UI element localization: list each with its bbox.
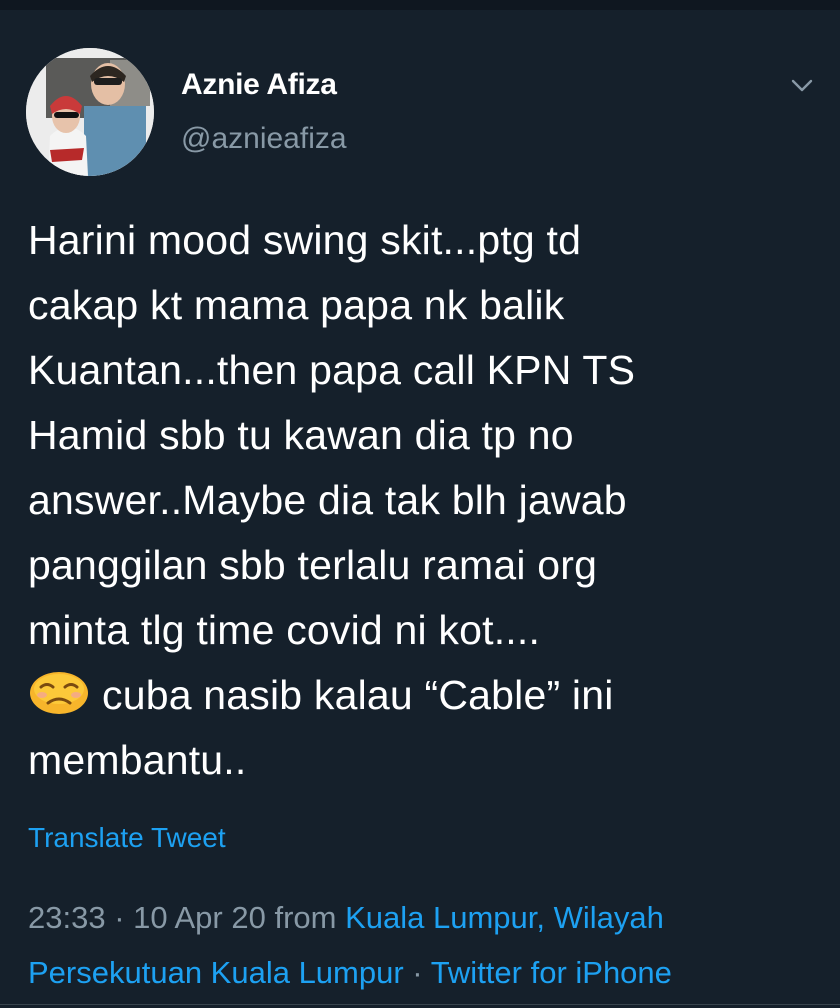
avatar-photo bbox=[26, 48, 154, 176]
tweet-text-line: minta tlg time covid ni kot.... bbox=[28, 607, 541, 653]
source-app-link[interactable]: Twitter for iPhone bbox=[431, 955, 672, 990]
tweet-text-line: Kuantan...then papa call KPN TS bbox=[28, 347, 636, 393]
tweet-meta: 23:33 · 10 Apr 20 from Kuala Lumpur, Wil… bbox=[28, 890, 828, 1000]
tweet-text-line: cuba nasib kalau “Cable” ini bbox=[102, 672, 614, 718]
crying-face-emoji-icon bbox=[28, 667, 90, 715]
tweet-text-line: answer..Maybe dia tak blh jawab bbox=[28, 477, 627, 523]
user-handle[interactable]: @aznieafiza bbox=[181, 122, 347, 156]
tweet-card: Aznie Afiza @aznieafiza Harini mood swin… bbox=[0, 10, 840, 1008]
translate-tweet-link[interactable]: Translate Tweet bbox=[28, 822, 226, 854]
chevron-down-icon[interactable] bbox=[784, 68, 820, 104]
meta-line-1: 23:33 · 10 Apr 20 from Kuala Lumpur, Wil… bbox=[28, 890, 828, 945]
avatar[interactable] bbox=[26, 48, 154, 176]
display-name[interactable]: Aznie Afiza bbox=[181, 68, 337, 102]
location-link-continued[interactable]: Persekutuan Kuala Lumpur bbox=[28, 955, 404, 990]
tweet-text-line-with-emoji: cuba nasib kalau “Cable” ini bbox=[28, 663, 818, 728]
tweet-text-line: Hamid sbb tu kawan dia tp no bbox=[28, 412, 574, 458]
tweet-text-line: Harini mood swing skit...ptg td bbox=[28, 217, 582, 263]
tweet-text-line: cakap kt mama papa nk balik bbox=[28, 282, 565, 328]
meta-separator: · bbox=[403, 955, 431, 990]
location-link[interactable]: Kuala Lumpur, Wilayah bbox=[345, 900, 664, 935]
divider bbox=[0, 1004, 840, 1005]
tweet-text-line: membantu.. bbox=[28, 737, 247, 783]
tweet-text: Harini mood swing skit...ptg td cakap kt… bbox=[28, 208, 818, 793]
timestamp: 23:33 · 10 Apr 20 from bbox=[28, 900, 346, 935]
tweet-text-line: panggilan sbb terlalu ramai org bbox=[28, 542, 598, 588]
top-strip bbox=[0, 0, 840, 10]
meta-line-2: Persekutuan Kuala Lumpur · Twitter for i… bbox=[28, 945, 828, 1000]
